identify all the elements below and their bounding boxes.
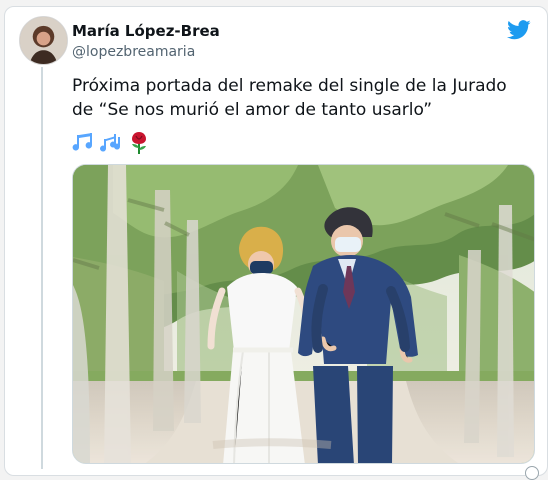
- tweet-author: María López-Brea @lopezbreamaria: [72, 21, 220, 62]
- tweet-text: Próxima portada del remake del single de…: [72, 76, 507, 120]
- musical-notes-icon: [100, 131, 125, 155]
- author-avatar[interactable]: [19, 16, 68, 65]
- musical-notes-icon: [72, 131, 97, 155]
- tweet-emoji-row: [72, 129, 150, 157]
- tweet-card[interactable]: María López-Brea @lopezbreamaria Próxima…: [4, 6, 548, 480]
- author-handle[interactable]: @lopezbreamaria: [72, 42, 220, 62]
- tweet-photo[interactable]: [72, 164, 535, 464]
- rose-icon: [128, 130, 150, 156]
- thread-line: [41, 67, 43, 469]
- twitter-icon[interactable]: [507, 20, 531, 40]
- scroll-indicator: [525, 466, 539, 480]
- author-name[interactable]: María López-Brea: [72, 21, 220, 41]
